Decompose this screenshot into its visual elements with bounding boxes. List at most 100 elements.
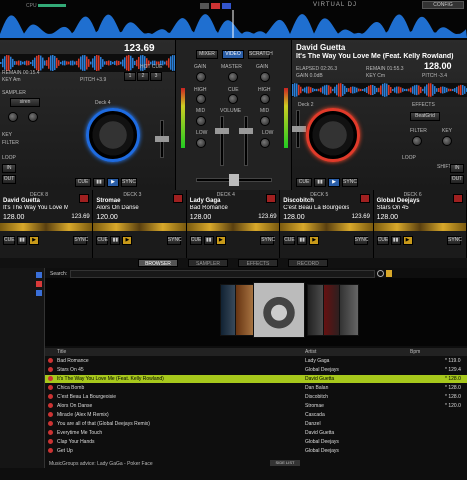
deck-right-pause-button[interactable]: ▮▮ [314, 178, 326, 187]
deck-left-jogwheel[interactable] [86, 108, 140, 162]
deck-left-pitch-handle[interactable] [155, 136, 169, 142]
mini-deck-cue-button[interactable]: CUE [376, 236, 389, 245]
mini-deck-sync-button[interactable]: SYNC [73, 236, 88, 245]
deck-left-sync-button[interactable]: SYNC [121, 178, 137, 187]
mixer-tab[interactable]: MIXER [196, 50, 218, 59]
hot-cue-1-button[interactable]: 1 [124, 72, 136, 81]
mini-deck-rec-button[interactable] [452, 194, 463, 203]
mini-deck-rec-button[interactable] [359, 194, 370, 203]
mini-deck-sync-button[interactable]: SYNC [166, 236, 182, 245]
mini-deck-waveform[interactable] [280, 223, 373, 231]
mini-deck-waveform[interactable] [186, 223, 280, 231]
cue-knob[interactable] [228, 94, 238, 104]
mid-knob-right[interactable] [260, 116, 270, 126]
folder-open-icon[interactable] [386, 270, 392, 277]
table-row[interactable]: Miracle (Alex M Remix) Cascada [45, 411, 467, 419]
mini-deck-waveform[interactable] [373, 223, 466, 231]
deck-right-key-knob[interactable] [442, 136, 452, 146]
table-row[interactable]: You are all of that (Global Deejays Remi… [45, 420, 467, 428]
video-tab[interactable]: VIDEO [222, 50, 244, 59]
mini-deck-rec-button[interactable] [172, 194, 183, 203]
deck-right-out-button[interactable]: OUT [450, 175, 464, 184]
volume-fader-left[interactable] [220, 116, 224, 166]
mini-deck-cue-button[interactable]: CUE [96, 236, 109, 245]
hot-cue-3-button[interactable]: 3 [150, 72, 162, 81]
mini-deck-pause-button[interactable]: ▮▮ [203, 236, 214, 245]
mini-deck-pause-button[interactable]: ▮▮ [297, 236, 308, 245]
tab-sampler[interactable]: SAMPLER [188, 259, 228, 267]
mini-deck-play-button[interactable]: ▶ [309, 236, 320, 245]
mini-deck-cue-button[interactable]: CUE [283, 236, 296, 245]
folder-icon[interactable] [36, 272, 42, 278]
mini-deck-rec-button[interactable] [79, 194, 90, 203]
table-row[interactable]: It's The Way You Love Me (Feat. Kelly Ro… [45, 375, 467, 383]
col-title[interactable]: Title [57, 349, 66, 355]
master-knob[interactable] [228, 72, 238, 82]
mini-deck-pause-button[interactable]: ▮▮ [17, 236, 27, 245]
deck-right-play-button[interactable]: ▶ [328, 178, 340, 187]
side-list-button[interactable]: SIDE LIST [270, 460, 300, 466]
low-knob-left[interactable] [196, 138, 206, 148]
layout-button-2[interactable] [211, 3, 220, 9]
mini-deck-rec-button[interactable] [266, 194, 277, 203]
volume-fader-right-handle[interactable] [239, 128, 253, 134]
loop-in-button[interactable]: IN [2, 164, 16, 173]
mini-deck-sync-button[interactable]: SYNC [260, 236, 275, 245]
tab-browser[interactable]: BROWSER [138, 259, 178, 267]
mini-deck-waveform[interactable] [93, 223, 186, 231]
search-input[interactable] [70, 270, 375, 278]
mini-deck-sync-button[interactable]: SYNC [353, 236, 368, 245]
mini-deck-cue-button[interactable]: CUE [3, 236, 15, 245]
col-artist[interactable]: Artist [305, 349, 316, 355]
tab-effects[interactable]: EFFECTS [238, 259, 278, 267]
overview-waveform[interactable] [0, 10, 467, 38]
mini-deck-play-button[interactable]: ▶ [215, 236, 226, 245]
cover-art[interactable] [339, 284, 359, 336]
deck-right-filter-knob[interactable] [412, 136, 422, 146]
deck-right-jogwheel[interactable] [306, 108, 360, 162]
hot-cue-2-button[interactable]: 2 [137, 72, 149, 81]
filter-icon[interactable] [36, 290, 42, 296]
mini-deck-play-button[interactable]: ▶ [122, 236, 133, 245]
table-row[interactable]: C'est Beau La Bourgeoisie Discobitch * 1… [45, 393, 467, 401]
low-knob-right[interactable] [260, 138, 270, 148]
mini-deck-cue-button[interactable]: CUE [189, 236, 202, 245]
config-button[interactable]: CONFIG [422, 1, 464, 9]
deck-left-cue-button[interactable]: CUE [75, 178, 91, 187]
sampler-knob[interactable] [8, 112, 18, 122]
playlist-icon[interactable] [36, 281, 42, 287]
deck-left-pause-button[interactable]: ▮▮ [93, 178, 105, 187]
sampler-select[interactable]: siren [10, 98, 40, 107]
layout-button-1[interactable] [200, 3, 209, 9]
tab-record[interactable]: RECORD [288, 259, 328, 267]
deck-right-sync-button[interactable]: SYNC [342, 178, 358, 187]
table-row[interactable]: Get Up Global Deejays [45, 447, 467, 455]
volume-fader-left-handle[interactable] [215, 128, 229, 134]
table-row[interactable]: Alors On Danse Stromae * 120.0 [45, 402, 467, 410]
table-row[interactable]: Chica Bomb Dan Balan * 128.0 [45, 384, 467, 392]
effect-select[interactable]: BeatGrid [410, 112, 440, 121]
col-bpm[interactable]: Bpm [410, 349, 420, 355]
mini-deck-play-button[interactable]: ▶ [402, 236, 413, 245]
mini-deck-play-button[interactable]: ▶ [29, 236, 39, 245]
deck-right-in-button[interactable]: IN [450, 164, 464, 173]
sampler-vol-knob[interactable] [28, 112, 38, 122]
deck-right-waveform[interactable] [292, 83, 467, 97]
search-icon[interactable] [377, 270, 384, 277]
cover-flow[interactable] [45, 278, 467, 346]
layout-button-3[interactable] [222, 3, 231, 9]
deck-right-pitch-handle[interactable] [292, 126, 306, 132]
folder-tree[interactable] [0, 268, 45, 468]
crossfader-handle[interactable] [229, 174, 239, 186]
cover-art[interactable] [235, 284, 255, 336]
scratch-tab[interactable]: SCRATCH [248, 50, 273, 59]
table-row[interactable]: Clap Your Hands Global Deejays [45, 438, 467, 446]
table-row[interactable]: Bad Romance Lady Gaga * 119.0 [45, 357, 467, 365]
cover-art-current[interactable] [253, 282, 305, 338]
high-knob-right[interactable] [260, 94, 270, 104]
volume-fader-right[interactable] [244, 116, 248, 166]
mini-deck-pause-button[interactable]: ▮▮ [110, 236, 121, 245]
high-knob-left[interactable] [196, 94, 206, 104]
gain-knob-right[interactable] [260, 72, 270, 82]
table-row[interactable]: Stars On 45 Global Deejays * 129.4 [45, 366, 467, 374]
